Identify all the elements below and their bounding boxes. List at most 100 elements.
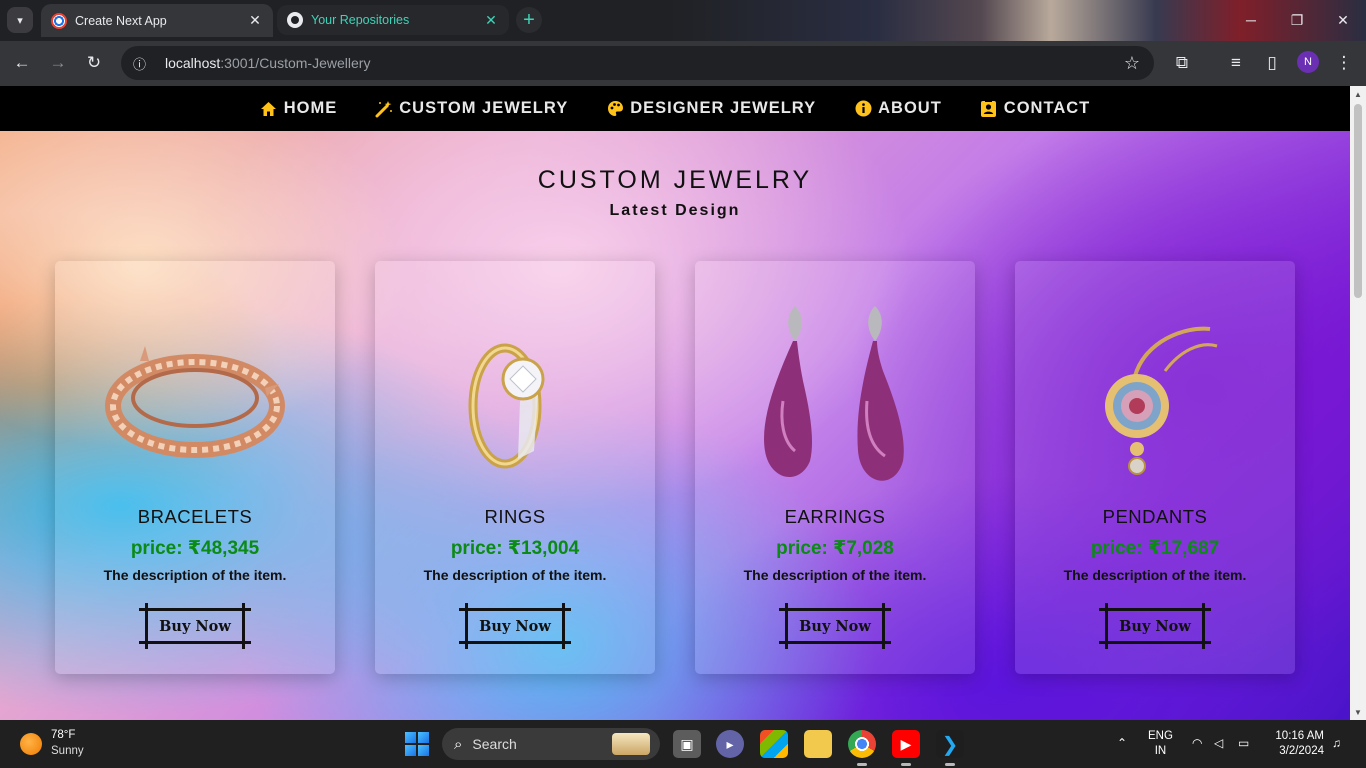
scroll-up-arrow-icon[interactable]: ▲ <box>1354 90 1362 99</box>
tab-title: Your Repositories <box>311 13 410 27</box>
youtube-icon[interactable]: ▶ <box>892 730 920 766</box>
weather-condition[interactable]: Sunny <box>51 745 84 757</box>
side-panel-icon[interactable]: ▯ <box>1258 49 1286 77</box>
teams-chat-icon[interactable]: ▸ <box>716 730 744 758</box>
product-name: BRACELETS <box>137 506 253 527</box>
nav-label: CONTACT <box>1003 99 1091 117</box>
notification-bell-icon[interactable]: ♫ <box>1332 736 1341 750</box>
product-card-rings: RINGS price: ₹13,004 The description of … <box>375 261 655 674</box>
page-subtitle: Latest Design <box>609 202 741 219</box>
product-price: price: ₹48,345 <box>130 538 260 559</box>
buy-now-label: Buy Now <box>479 617 551 635</box>
product-description: The description of the item. <box>423 567 607 583</box>
bracelet-image <box>95 291 295 511</box>
task-view-icon[interactable]: ▣ <box>673 730 701 758</box>
tab-title: Create Next App <box>75 13 167 28</box>
product-description: The description of the item. <box>103 567 287 583</box>
chevron-up-icon[interactable]: ⌃ <box>1117 736 1127 750</box>
buy-now-label: Buy Now <box>159 617 231 635</box>
magic-wand-icon <box>375 100 393 118</box>
microsoft-store-icon[interactable] <box>760 730 788 758</box>
volume-icon[interactable]: ◁ <box>1214 736 1223 750</box>
close-icon[interactable]: ✕ <box>483 12 499 29</box>
clock-date: 3/2/2024 <box>1279 745 1324 757</box>
browser-tab-active[interactable]: Create Next App ✕ <box>41 4 273 37</box>
site-info-icon[interactable]: ⓘ <box>133 54 153 73</box>
nav-about[interactable]: ABOUT <box>854 99 942 118</box>
weather-sun-icon[interactable] <box>20 733 42 755</box>
product-card-pendants: PENDANTS price: ₹17,687 The description … <box>1015 261 1295 674</box>
battery-icon[interactable]: ▭ <box>1238 736 1249 750</box>
info-icon <box>854 100 872 118</box>
buy-now-label: Buy Now <box>799 617 871 635</box>
reload-button[interactable]: ↻ <box>80 49 108 77</box>
buy-now-button[interactable]: Buy Now <box>459 603 571 649</box>
buy-now-label: Buy Now <box>1119 617 1191 635</box>
nav-label: ABOUT <box>878 99 942 117</box>
scrollbar-thumb[interactable] <box>1354 104 1362 298</box>
product-name: RINGS <box>484 506 546 527</box>
language-indicator[interactable]: ENG IN <box>1148 729 1173 759</box>
home-icon <box>260 100 278 118</box>
buy-now-button[interactable]: Buy Now <box>1099 603 1211 649</box>
nav-label: DESIGNER JEWELRY <box>630 99 817 117</box>
github-icon <box>287 12 303 28</box>
reading-list-icon[interactable]: ≡ <box>1222 49 1250 77</box>
browser-tab-strip: ▾ Create Next App ✕ Your Repositories ✕ … <box>0 0 1366 41</box>
page-scrollbar[interactable]: ▲ ▼ <box>1350 86 1366 720</box>
product-card-bracelets: BRACELETS price: ₹48,345 The description… <box>55 261 335 674</box>
region-code: IN <box>1154 745 1167 757</box>
palette-icon <box>606 100 624 118</box>
search-label: Search <box>472 736 517 752</box>
nav-label: CUSTOM JEWELRY <box>399 99 569 117</box>
new-tab-button[interactable]: + <box>516 7 542 33</box>
site-navbar: HOME CUSTOM JEWELRY DESIGNER JEWELRY ABO… <box>0 86 1350 131</box>
taskbar-search-box[interactable]: ⌕ Search <box>442 728 660 760</box>
windows-start-icon[interactable] <box>405 732 429 756</box>
pendant-image <box>1055 291 1255 511</box>
earrings-image <box>735 291 935 511</box>
back-button[interactable]: ← <box>8 49 36 77</box>
buy-now-button[interactable]: Buy Now <box>779 603 891 649</box>
nav-custom-jewelry[interactable]: CUSTOM JEWELRY <box>375 99 568 118</box>
bookmark-star-icon[interactable]: ☆ <box>1124 53 1140 74</box>
product-price: price: ₹17,687 <box>1090 538 1220 559</box>
clock-time: 10:16 AM <box>1275 730 1324 742</box>
ring-image <box>415 291 615 511</box>
page-viewport: HOME CUSTOM JEWELRY DESIGNER JEWELRY ABO… <box>0 86 1350 720</box>
forward-button[interactable]: → <box>44 49 72 77</box>
close-icon[interactable]: ✕ <box>247 12 263 29</box>
buy-now-button[interactable]: Buy Now <box>139 603 251 649</box>
search-highlight-image <box>612 733 650 755</box>
vscode-icon[interactable]: ❯ <box>936 730 964 766</box>
minimize-button[interactable]: ─ <box>1228 0 1274 40</box>
profile-avatar[interactable]: N <box>1297 51 1319 73</box>
file-explorer-icon[interactable] <box>804 730 832 758</box>
extensions-icon[interactable]: ⧉ <box>1168 49 1196 77</box>
chrome-icon[interactable] <box>848 730 876 766</box>
nav-contact[interactable]: CONTACT <box>980 99 1090 118</box>
product-card-earrings: EARRINGS price: ₹7,028 The description o… <box>695 261 975 674</box>
wifi-icon[interactable]: ◠ <box>1192 736 1202 750</box>
close-window-button[interactable]: ✕ <box>1320 0 1366 40</box>
product-description: The description of the item. <box>743 567 927 583</box>
product-name: PENDANTS <box>1102 506 1208 527</box>
browser-toolbar: ← → ↻ ⓘ localhost:3001/Custom-Jewellery … <box>0 41 1366 86</box>
page-title: CUSTOM JEWELRY <box>537 166 813 194</box>
browser-tab-inactive[interactable]: Your Repositories ✕ <box>277 5 509 35</box>
chrome-menu-icon[interactable]: ⋮ <box>1330 49 1358 77</box>
search-icon: ⌕ <box>454 735 463 753</box>
nav-designer-jewelry[interactable]: DESIGNER JEWELRY <box>606 99 816 118</box>
address-bar[interactable]: ⓘ localhost:3001/Custom-Jewellery ☆ <box>121 46 1154 80</box>
nav-label: HOME <box>283 99 338 117</box>
restore-button[interactable]: ❐ <box>1274 0 1320 40</box>
windows-taskbar: 78°F Sunny ⌕ Search ▣ ▸ ▶ ❯ ⌃ ENG IN ◠ ◁… <box>0 720 1366 768</box>
weather-temperature[interactable]: 78°F <box>51 729 75 741</box>
language-code: ENG <box>1148 730 1173 742</box>
nav-home[interactable]: HOME <box>260 99 338 118</box>
url-host: localhost <box>165 55 221 71</box>
system-clock[interactable]: 10:16 AM 3/2/2024 <box>1266 729 1324 759</box>
tab-search-button[interactable]: ▾ <box>7 7 33 33</box>
contact-card-icon <box>980 99 998 118</box>
scroll-down-arrow-icon[interactable]: ▼ <box>1354 708 1362 717</box>
